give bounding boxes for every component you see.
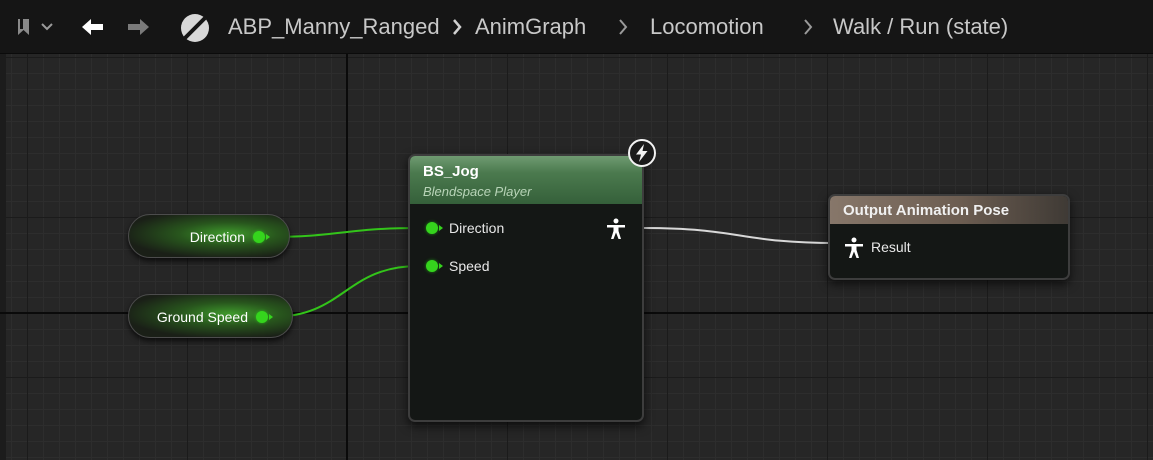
wire-direction: [267, 227, 420, 238]
speed-input-pin[interactable]: [426, 260, 438, 272]
node-header: BS_Jog Blendspace Player: [410, 156, 642, 204]
breadcrumb-item[interactable]: AnimGraph: [475, 12, 586, 42]
node-title: Output Animation Pose: [843, 202, 1010, 219]
breadcrumb-item[interactable]: ABP_Manny_Ranged: [228, 12, 440, 42]
back-button[interactable]: [79, 16, 105, 38]
result-pin-label: Result: [871, 239, 911, 255]
pin-arrow-icon: [266, 234, 270, 240]
chevron-right-icon: [619, 19, 628, 35]
speed-pin-label: Speed: [449, 258, 490, 274]
bookmark-icon: [18, 19, 29, 35]
node-header: Output Animation Pose: [830, 196, 1068, 224]
graph-toolbar: ABP_Manny_Ranged AnimGraph Locomotion Wa…: [0, 0, 1153, 54]
variable-get-ground-speed[interactable]: Ground Speed: [128, 294, 293, 338]
bookmark-dropdown-button[interactable]: [16, 16, 56, 38]
output-animation-pose-node[interactable]: Output Animation Pose Result: [828, 194, 1070, 280]
variable-label: Direction: [189, 229, 245, 245]
node-subtitle: Blendspace Player: [423, 184, 532, 199]
lightning-icon: [628, 139, 656, 167]
pin-arrow-icon: [439, 225, 443, 231]
forward-button[interactable]: [126, 16, 152, 38]
pin-arrow-icon: [439, 263, 443, 269]
pose-figure-icon[interactable]: [606, 218, 626, 240]
arrow-left-icon: [82, 19, 103, 35]
pin-arrow-icon: [269, 314, 273, 320]
chevron-right-icon: [453, 19, 462, 35]
arrow-right-icon: [128, 19, 149, 35]
output-pin[interactable]: [256, 311, 268, 323]
breadcrumb-item[interactable]: Locomotion: [650, 12, 764, 42]
variable-label: Ground Speed: [156, 309, 248, 325]
chevron-right-icon: [804, 19, 813, 35]
wire-pose-output: [643, 227, 837, 244]
output-pin[interactable]: [253, 231, 265, 243]
anim-graph-canvas[interactable]: Direction Ground Speed BS_Jog Blendspace…: [0, 54, 1153, 460]
pose-figure-icon[interactable]: [844, 237, 864, 259]
direction-pin-label: Direction: [449, 220, 505, 236]
direction-input-pin[interactable]: [426, 222, 438, 234]
variable-get-direction[interactable]: Direction: [128, 214, 290, 258]
breadcrumb-item[interactable]: Walk / Run (state): [833, 12, 1008, 42]
chevron-down-icon: [41, 23, 53, 31]
slashed-circle-icon: [179, 12, 211, 44]
node-title: BS_Jog: [423, 163, 479, 180]
wire-ground-speed: [270, 265, 420, 318]
blendspace-player-node[interactable]: BS_Jog Blendspace Player Direction Speed: [408, 139, 656, 422]
